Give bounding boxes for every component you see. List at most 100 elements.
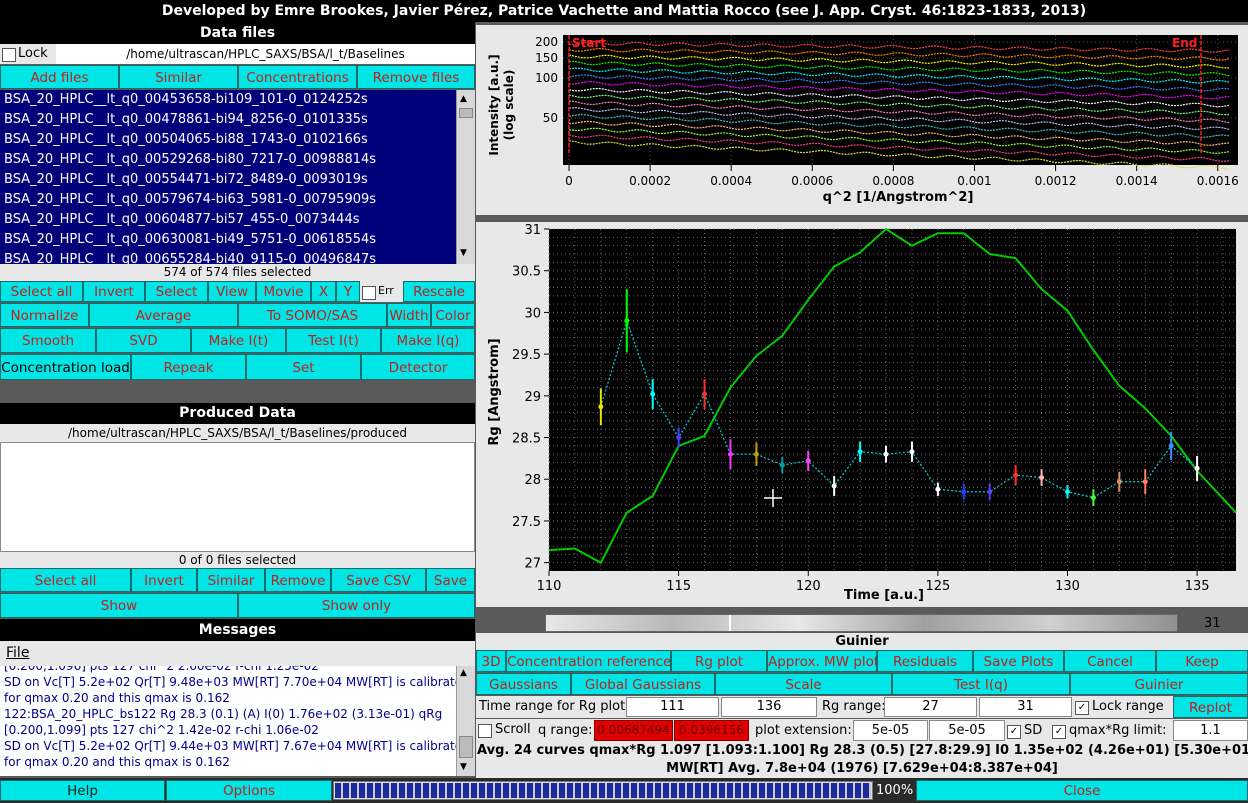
rescale-button[interactable]: Rescale	[403, 281, 475, 302]
rg-point[interactable]	[1168, 443, 1174, 449]
rg-point[interactable]	[935, 486, 941, 492]
rg-point[interactable]	[1064, 489, 1070, 495]
rg-point[interactable]	[1116, 479, 1122, 485]
produced-invert-button[interactable]: Invert	[131, 568, 197, 592]
rg-to-field[interactable]: 31	[979, 697, 1072, 717]
file-list-item[interactable]: BSA_20_HPLC__lt_q0_00504065-bi88_1743-0_…	[0, 130, 456, 150]
file-list-item[interactable]: BSA_20_HPLC__lt_q0_00604877-bi57_455-0_0…	[0, 210, 456, 230]
produced-remove-button[interactable]: Remove	[265, 568, 331, 592]
rg-point[interactable]	[961, 489, 967, 495]
cancel-button[interactable]: Cancel	[1064, 650, 1156, 672]
file-list-item[interactable]: BSA_20_HPLC__lt_q0_00630081-bi49_5751-0_…	[0, 230, 456, 250]
file-list-scrollbar[interactable]: ▲ ▼	[456, 90, 475, 264]
produced-select-all-button[interactable]: Select all	[0, 568, 131, 592]
scroll-thumb[interactable]	[459, 108, 473, 118]
qmax-checkbox[interactable]: ✓	[1052, 724, 1066, 739]
file-menu[interactable]: File	[6, 645, 29, 661]
movie-button[interactable]: Movie	[256, 281, 311, 302]
make-iq-button[interactable]: Make I(q)	[381, 328, 475, 353]
sd-checkbox[interactable]: ✓	[1007, 724, 1021, 739]
rg-point[interactable]	[1039, 475, 1045, 481]
save-plots-button[interactable]: Save Plots	[973, 650, 1064, 672]
color-button[interactable]: Color	[431, 303, 475, 327]
ext-from-field[interactable]: 5e-05	[853, 720, 928, 741]
test-iq-button[interactable]: Test I(q)	[892, 673, 1070, 695]
produced-save-button[interactable]: Save	[426, 568, 475, 592]
rg-point[interactable]	[598, 404, 604, 410]
show-button[interactable]: Show	[0, 593, 238, 618]
file-list-item[interactable]: BSA_20_HPLC__lt_q0_00655284-bi40_9115-0_…	[0, 250, 456, 264]
scroll-thumb[interactable]	[459, 736, 473, 758]
concentration-load-button[interactable]: Concentration load	[0, 354, 131, 380]
help-button[interactable]: Help	[0, 780, 165, 801]
q-range-from-field[interactable]: 0.00687494	[594, 720, 673, 741]
svd-button[interactable]: SVD	[96, 328, 191, 353]
rg-point[interactable]	[1142, 479, 1148, 485]
time-to-field[interactable]: 136	[721, 697, 817, 717]
file-list-item[interactable]: BSA_20_HPLC__lt_q0_00579674-bi63_5981-0_…	[0, 190, 456, 210]
average-button[interactable]: Average	[89, 303, 238, 327]
normalize-button[interactable]: Normalize	[0, 303, 89, 327]
time-from-field[interactable]: 111	[626, 697, 719, 717]
rg-point[interactable]	[1013, 472, 1019, 478]
rg-point[interactable]	[909, 449, 915, 455]
rg-from-field[interactable]: 27	[884, 697, 977, 717]
rg-point[interactable]	[779, 462, 785, 468]
x-button[interactable]: X	[311, 281, 336, 302]
file-list-item[interactable]: BSA_20_HPLC__lt_q0_00529268-bi80_7217-0_…	[0, 150, 456, 170]
repeak-button[interactable]: Repeak	[131, 354, 246, 380]
close-button[interactable]: Close	[916, 780, 1248, 801]
scale-button[interactable]: Scale	[715, 673, 892, 695]
width-button[interactable]: Width	[387, 303, 431, 327]
rg-point[interactable]	[676, 435, 682, 441]
slider-handle[interactable]	[729, 615, 731, 631]
rg-point[interactable]	[1090, 495, 1096, 501]
data-files-list[interactable]: BSA_20_HPLC__lt_q0_00453658-bi109_101-0_…	[0, 90, 456, 264]
residuals-button[interactable]: Residuals	[877, 650, 973, 672]
view-button[interactable]: View	[208, 281, 256, 302]
lock-checkbox[interactable]	[2, 47, 16, 62]
make-it-button[interactable]: Make I(t)	[191, 328, 286, 353]
ext-to-field[interactable]: 5e-05	[929, 720, 1005, 741]
file-list-item[interactable]: BSA_20_HPLC__lt_q0_00453658-bi109_101-0_…	[0, 90, 456, 110]
rg-point[interactable]	[727, 451, 733, 457]
rg-point[interactable]	[987, 489, 993, 495]
scroll-up-icon[interactable]: ▲	[460, 94, 467, 104]
similar-button[interactable]: Similar	[119, 65, 238, 89]
y-button[interactable]: Y	[336, 281, 360, 302]
rg-point[interactable]	[883, 451, 889, 457]
err-checkbox[interactable]	[362, 285, 376, 300]
lock-range-checkbox[interactable]: ✓	[1075, 700, 1089, 715]
q-range-to-field[interactable]: 0.0396156	[674, 720, 749, 741]
rg-point[interactable]	[805, 458, 811, 464]
keep-button[interactable]: Keep	[1156, 650, 1248, 672]
scroll-down-icon[interactable]: ▼	[460, 762, 467, 772]
remove-files-button[interactable]: Remove files	[357, 65, 475, 89]
concentration-reference-button[interactable]: Concentration reference	[506, 650, 671, 672]
select-button[interactable]: Select	[145, 281, 208, 302]
rg-point[interactable]	[831, 483, 837, 489]
qmax-limit-field[interactable]: 1.1	[1173, 720, 1248, 741]
produced-files-list[interactable]	[0, 442, 475, 552]
to-somo-sas-button[interactable]: To SOMO/SAS	[238, 303, 387, 327]
rg-point[interactable]	[857, 449, 863, 455]
invert-button[interactable]: Invert	[83, 281, 145, 302]
file-list-item[interactable]: BSA_20_HPLC__lt_q0_00478861-bi94_8256-0_…	[0, 110, 456, 130]
smooth-button[interactable]: Smooth	[0, 328, 96, 353]
produced-similar-button[interactable]: Similar	[197, 568, 265, 592]
guinier-slider[interactable]	[545, 614, 1178, 632]
rg-point[interactable]	[1194, 465, 1200, 471]
scroll-checkbox[interactable]	[478, 723, 492, 738]
global-gaussians-button[interactable]: Global Gaussians	[571, 673, 715, 695]
scroll-up-icon[interactable]: ▲	[460, 668, 467, 678]
3d-button[interactable]: 3D	[476, 650, 506, 672]
select-all-button[interactable]: Select all	[0, 281, 83, 302]
add-files-button[interactable]: Add files	[0, 65, 119, 89]
set-button[interactable]: Set	[246, 354, 361, 380]
err-toggle[interactable]: Err	[360, 281, 403, 302]
options-button[interactable]: Options	[166, 780, 332, 801]
replot-button[interactable]: Replot	[1173, 696, 1248, 718]
scroll-down-icon[interactable]: ▼	[460, 248, 467, 258]
rg-point[interactable]	[624, 318, 630, 324]
detector-button[interactable]: Detector	[361, 354, 475, 380]
